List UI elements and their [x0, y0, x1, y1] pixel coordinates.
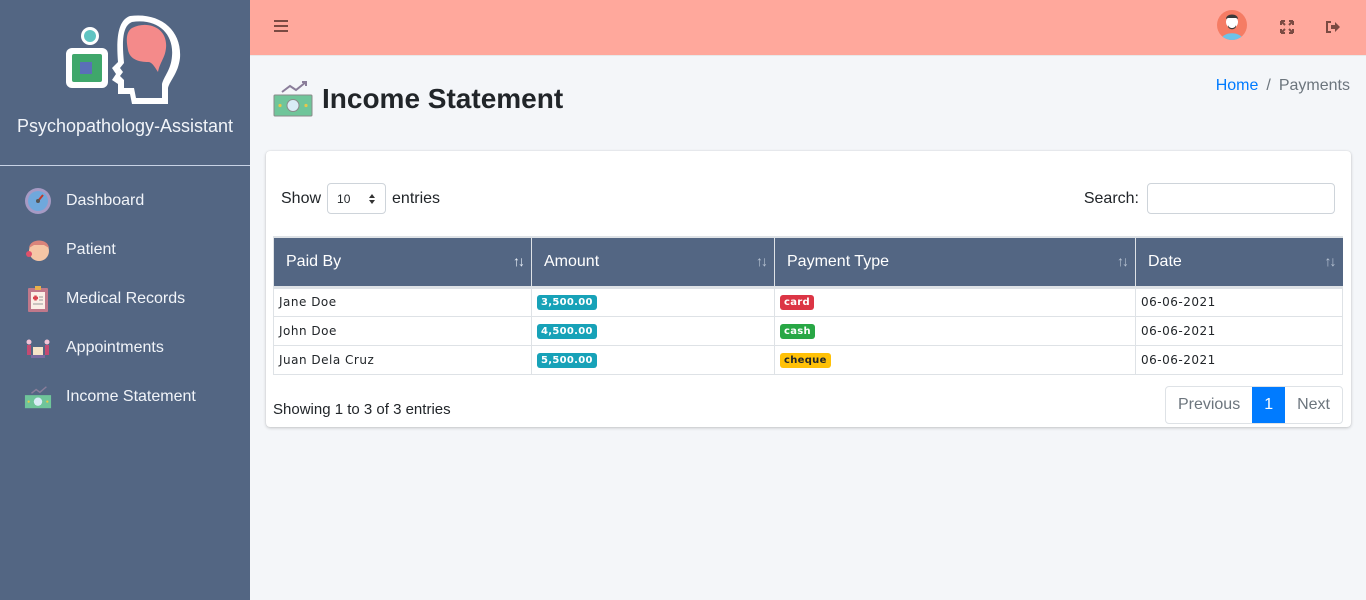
- sidebar-item-patient[interactable]: Patient: [0, 225, 250, 274]
- sidebar-item-label: Appointments: [66, 338, 164, 356]
- cell-payment-type: cheque: [774, 344, 1136, 375]
- sidebar-item-label: Medical Records: [66, 289, 186, 307]
- sidebar-item-label: Patient: [66, 240, 116, 258]
- column-header-label: Payment Type: [787, 252, 889, 270]
- cell-payment-type: cash: [774, 315, 1136, 346]
- cell-date: 06-06-2021: [1135, 286, 1343, 317]
- avatar[interactable]: [1217, 10, 1247, 40]
- table-header-row: Paid By ↑↓ Amount ↑↓ Payment Type ↑↓ Date ↑↓: [273, 236, 1343, 289]
- brand-name: Psychopathology-Assistant: [16, 116, 234, 136]
- column-header-amount[interactable]: Amount ↑↓: [531, 236, 775, 289]
- pagination: Previous 1 Next: [1164, 386, 1343, 424]
- search-label: Search:: [1083, 189, 1139, 207]
- column-header-date[interactable]: Date ↑↓: [1135, 236, 1343, 289]
- next-button[interactable]: Next: [1285, 387, 1342, 423]
- sidebar-item-dashboard[interactable]: Dashboard: [0, 176, 250, 225]
- payments-table: Paid By ↑↓ Amount ↑↓ Payment Type ↑↓ Date ↑↓…: [273, 236, 1343, 375]
- page-1-button[interactable]: 1: [1252, 387, 1286, 423]
- search-input[interactable]: [1147, 183, 1335, 214]
- sidebar-item-label: Income Statement: [66, 387, 196, 405]
- cell-amount: 5,500.00: [531, 344, 775, 375]
- page-title: Income Statement: [322, 83, 564, 114]
- money-icon: [273, 81, 313, 117]
- column-header-label: Paid By: [286, 252, 342, 270]
- sort-icon: ↑↓: [1117, 253, 1129, 269]
- sort-icon: ↑↓: [756, 253, 768, 269]
- breadcrumb: Home / Payments: [1216, 77, 1350, 95]
- sort-icon: ↑↓: [513, 253, 525, 269]
- entries-label: entries: [392, 189, 441, 207]
- appointment-icon: [24, 334, 52, 362]
- sidebar-item-label: Dashboard: [66, 191, 145, 209]
- amount-badge: 3,500.00: [537, 295, 597, 310]
- sidebar-item-income-statement[interactable]: Income Statement: [0, 372, 250, 421]
- column-header-label: Amount: [544, 252, 600, 270]
- dashboard-gauge-icon: [24, 187, 52, 215]
- column-header-label: Date: [1148, 252, 1182, 270]
- search-control: Search:: [1084, 183, 1335, 214]
- entries-select-value: 10: [337, 191, 351, 206]
- sort-icon: ↑↓: [1324, 253, 1337, 269]
- payment-type-badge: cash: [780, 323, 815, 339]
- cell-paid-by: Jane Doe: [273, 286, 532, 317]
- patient-icon: [24, 236, 52, 264]
- sidebar-item-appointments[interactable]: Appointments: [0, 323, 250, 372]
- payment-type-badge: card: [780, 295, 814, 310]
- breadcrumb-home[interactable]: Home: [1216, 77, 1259, 94]
- hamburger-icon[interactable]: [274, 20, 288, 32]
- topbar: [250, 0, 1366, 56]
- cell-paid-by: Juan Dela Cruz: [273, 344, 532, 375]
- cell-paid-by: John Doe: [273, 315, 532, 346]
- breadcrumb-separator: /: [1266, 77, 1271, 94]
- payments-card: Show 10 entries Search: Paid By ↑↓ Amount…: [266, 151, 1351, 427]
- sidebar: Psychopathology-Assistant Dashboard Pati…: [0, 0, 250, 600]
- column-header-paid-by[interactable]: Paid By ↑↓: [273, 236, 532, 289]
- content-header: Income Statement: [272, 78, 563, 120]
- sign-out-icon[interactable]: [1325, 19, 1341, 35]
- table-row: Jane Doe 3,500.00 card 06-06-2021: [273, 286, 1343, 317]
- brand[interactable]: Psychopathology-Assistant: [0, 0, 250, 166]
- cell-payment-type: card: [774, 286, 1136, 317]
- clipboard-icon: [24, 285, 52, 313]
- show-label: Show: [281, 189, 322, 207]
- expand-icon[interactable]: [1279, 19, 1295, 35]
- table-row: John Doe 4,500.00 cash 06-06-2021: [273, 315, 1343, 346]
- entries-select[interactable]: 10: [327, 183, 387, 214]
- sidebar-item-medical-records[interactable]: Medical Records: [0, 274, 250, 323]
- table-info: Showing 1 to 3 of 3 entries: [273, 401, 451, 418]
- previous-button[interactable]: Previous: [1166, 387, 1252, 423]
- breadcrumb-current: Payments: [1278, 77, 1350, 94]
- cell-date: 06-06-2021: [1135, 344, 1343, 375]
- payment-type-badge: cheque: [780, 352, 831, 368]
- entries-length-control: Show 10 entries: [281, 183, 440, 214]
- sidebar-nav: Dashboard Patient Medical Records Appoin…: [0, 166, 250, 421]
- cell-amount: 4,500.00: [531, 315, 775, 346]
- sort-arrows-icon: [369, 193, 376, 204]
- column-header-payment-type[interactable]: Payment Type ↑↓: [774, 236, 1136, 289]
- amount-badge: 5,500.00: [537, 352, 597, 368]
- cell-date: 06-06-2021: [1135, 315, 1343, 346]
- money-icon: [24, 383, 52, 411]
- brain-head-logo-icon: [66, 15, 181, 105]
- cell-amount: 3,500.00: [531, 286, 775, 317]
- table-row: Juan Dela Cruz 5,500.00 cheque 06-06-202…: [273, 344, 1343, 375]
- amount-badge: 4,500.00: [537, 323, 597, 339]
